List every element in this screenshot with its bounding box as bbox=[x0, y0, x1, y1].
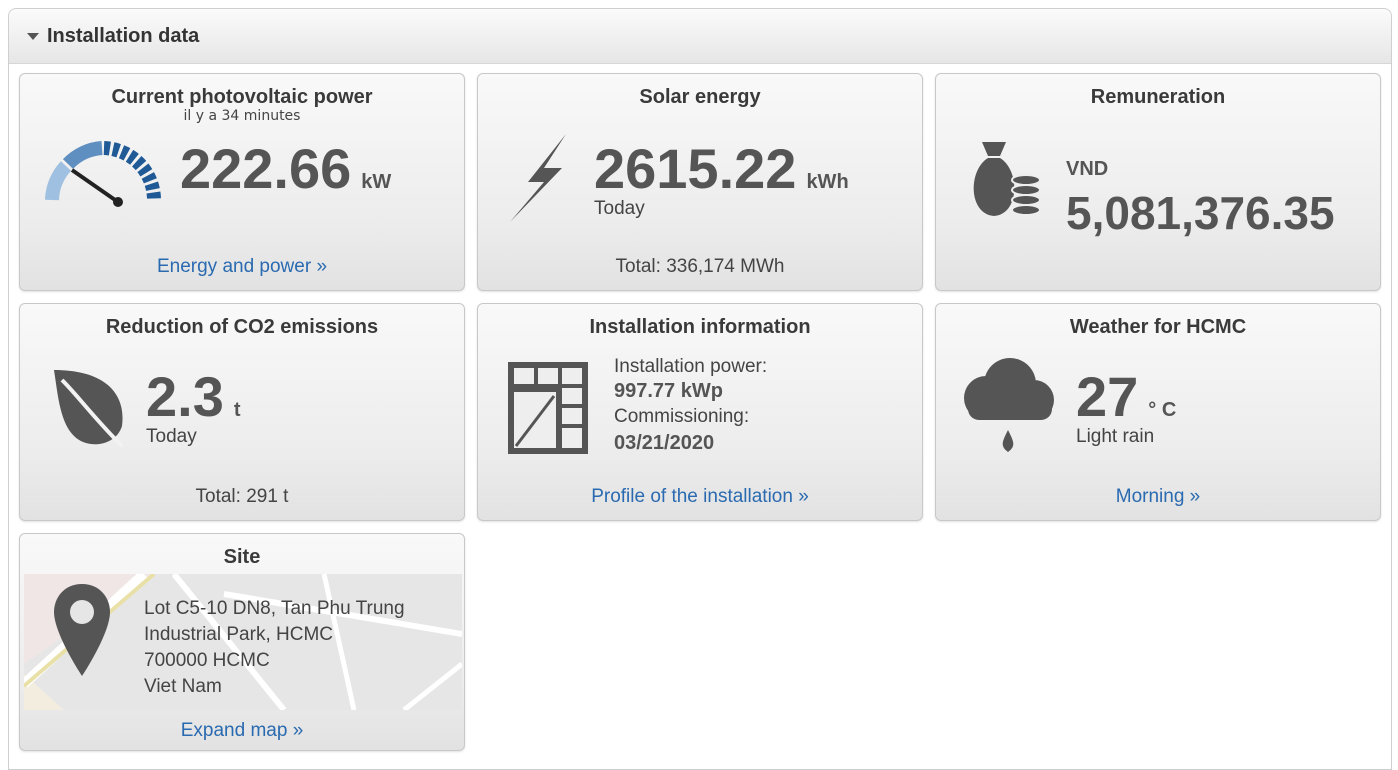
address-line: Industrial Park, HCMC bbox=[144, 624, 333, 645]
co2-number: 2.3 bbox=[146, 365, 224, 428]
co2-period: Today bbox=[146, 426, 197, 447]
energy-and-power-link[interactable]: Energy and power » bbox=[20, 256, 464, 278]
tile-solar-energy: Solar energy 2615.22 kWh Today Total: 336… bbox=[477, 73, 923, 291]
tile-title: Reduction of CO2 emissions bbox=[105, 316, 379, 338]
solar-energy-unit: kWh bbox=[806, 171, 849, 193]
panel-title: Installation data bbox=[47, 24, 200, 47]
address-line: 700000 HCMC bbox=[144, 650, 270, 671]
tile-title: Site bbox=[223, 546, 261, 568]
morning-link[interactable]: Morning » bbox=[936, 486, 1380, 508]
pv-power-number: 222.66 bbox=[180, 137, 352, 200]
remuneration-value: 5,081,376.35 bbox=[1066, 187, 1335, 239]
profile-of-installation-link[interactable]: Profile of the installation » bbox=[478, 486, 922, 508]
collapse-caret-icon[interactable] bbox=[27, 32, 39, 40]
solar-energy-value: 2615.22 kWh bbox=[594, 136, 849, 201]
commissioning-label: Commissioning: bbox=[614, 406, 750, 427]
rain-cloud-icon bbox=[964, 358, 1054, 452]
tile-installation-info: Installation information Installation po… bbox=[477, 303, 923, 521]
temperature-number: 27 bbox=[1076, 365, 1139, 428]
tile-pv-power: Current photovoltaic power il y a 34 min… bbox=[19, 73, 465, 291]
address-line: Lot C5-10 DN8, Tan Phu Trung bbox=[144, 598, 405, 619]
lightning-icon bbox=[510, 134, 566, 222]
solar-panel-icon bbox=[508, 362, 588, 454]
site-address: Lot C5-10 DN8, Tan Phu Trung Industrial … bbox=[144, 596, 405, 700]
panel-header[interactable]: Installation data bbox=[9, 9, 1391, 64]
pv-power-unit: kW bbox=[361, 171, 392, 193]
installation-data-panel: Installation data Current photovoltaic p… bbox=[8, 8, 1392, 770]
installation-power-label: Installation power: bbox=[614, 356, 768, 377]
money-bag-icon bbox=[973, 142, 1041, 216]
currency-label: VND bbox=[1066, 158, 1109, 180]
tile-title: Weather for HCMC bbox=[1069, 316, 1247, 338]
tile-title: Current photovoltaic power bbox=[111, 86, 373, 108]
tile-co2: Reduction of CO2 emissions 2.3 t Today To… bbox=[19, 303, 465, 521]
commissioning-value: 03/21/2020 bbox=[614, 432, 715, 454]
address-line: Viet Nam bbox=[144, 676, 222, 697]
tile-title: Solar energy bbox=[639, 86, 761, 108]
solar-energy-number: 2615.22 bbox=[594, 137, 797, 200]
installation-power-value: 997.77 kWp bbox=[614, 380, 723, 402]
solar-energy-total: Total: 336,174 MWh bbox=[615, 256, 785, 277]
weather-value: 27 ° C bbox=[1076, 364, 1176, 429]
tile-weather: Weather for HCMC 27 ° C Light rain Mornin… bbox=[935, 303, 1381, 521]
tile-remuneration: Remuneration VND 5,081,376.35 bbox=[935, 73, 1381, 291]
co2-unit: t bbox=[233, 399, 241, 421]
co2-value: 2.3 t bbox=[146, 364, 241, 429]
map-pin-icon bbox=[54, 584, 110, 676]
tile-title: Installation information bbox=[589, 316, 811, 338]
tile-site: Site Lot C5-10 DN8, Tan Phu Trung Indust… bbox=[19, 533, 465, 751]
leaf-icon bbox=[54, 370, 124, 448]
tile-subtitle: il y a 34 minutes bbox=[183, 108, 301, 124]
expand-map-link[interactable]: Expand map » bbox=[20, 720, 464, 742]
tile-title: Remuneration bbox=[1090, 86, 1226, 108]
solar-energy-period: Today bbox=[594, 198, 645, 219]
co2-total: Total: 291 t bbox=[195, 486, 289, 507]
temperature-unit: ° C bbox=[1148, 399, 1177, 421]
gauge-icon bbox=[45, 141, 161, 207]
weather-condition: Light rain bbox=[1076, 426, 1155, 447]
pv-power-value: 222.66 kW bbox=[180, 136, 391, 201]
